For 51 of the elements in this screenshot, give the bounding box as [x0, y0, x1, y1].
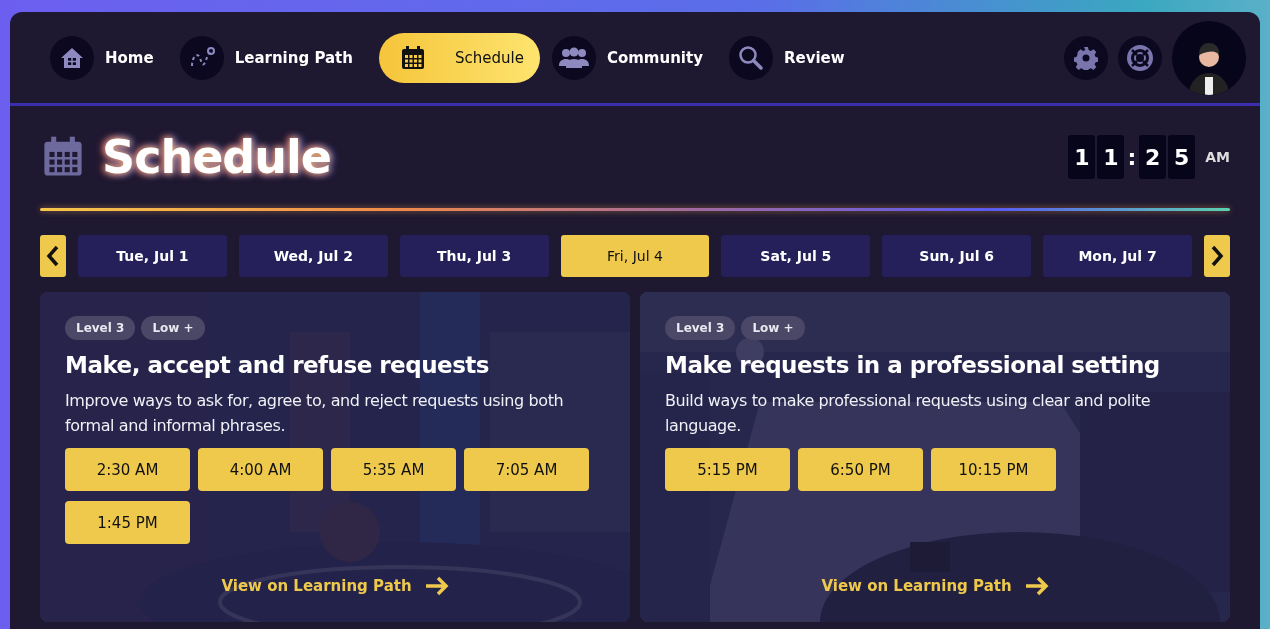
page-title: Schedule	[102, 130, 331, 184]
settings-icon	[1074, 45, 1098, 70]
day-tab[interactable]: Sat, Jul 5	[721, 235, 871, 277]
nav-tab[interactable]: Learning Path	[179, 32, 367, 83]
calendar-icon	[399, 44, 426, 71]
clock-digit: 5	[1168, 135, 1196, 179]
clock-colon: :	[1126, 144, 1138, 170]
time-slot-button[interactable]: 1:45 PM	[65, 501, 190, 544]
time-slot-button[interactable]: 5:35 AM	[331, 448, 456, 491]
clock-digit: 2	[1139, 135, 1167, 179]
day-tab[interactable]: Mon, Jul 7	[1043, 235, 1192, 277]
level-tag: Level 3	[665, 316, 736, 340]
learning-path-link[interactable]: View on Learning Path	[821, 577, 1012, 595]
help-button[interactable]	[1118, 35, 1162, 80]
day-tab[interactable]: Fri, Jul 4	[560, 235, 710, 277]
time-slot-button[interactable]: 7:05 AM	[464, 448, 589, 491]
house-icon	[59, 45, 85, 70]
level-tag: Low +	[741, 316, 805, 340]
time-slot-button[interactable]: 10:15 PM	[931, 448, 1056, 491]
nav-tab[interactable]: Schedule	[378, 32, 540, 83]
lifebuoy-icon	[1126, 43, 1154, 72]
previous-button[interactable]	[40, 235, 66, 277]
clock-period: AM	[1205, 149, 1230, 165]
next-button[interactable]	[1204, 235, 1230, 277]
clock-digit: 1	[1068, 135, 1096, 179]
search-icon	[737, 44, 764, 71]
day-tab[interactable]: Sun, Jul 6	[882, 235, 1032, 277]
lesson-description: Improve ways to ask for, agree to, and reject requests using both formal and informal phrases.	[65, 390, 565, 437]
time-slot-button[interactable]: 2:30 AM	[65, 448, 190, 491]
nav-tab[interactable]: Home	[50, 32, 168, 83]
nav-tab[interactable]: Review	[728, 32, 859, 83]
level-tag: Low +	[141, 316, 205, 340]
time-slot-button[interactable]: 6:50 PM	[798, 448, 923, 491]
lesson-title: Make requests in a professional setting	[665, 352, 1161, 378]
time-slot-button[interactable]: 4:00 AM	[198, 448, 323, 491]
lesson-description: Build ways to make professional requests using clear and polite language.	[665, 390, 1152, 437]
learning-path-link[interactable]: View on Learning Path	[221, 577, 412, 595]
people-icon	[558, 46, 589, 69]
level-tag: Level 3	[65, 316, 136, 340]
lesson-title: Make, accept and refuse requests	[65, 352, 491, 378]
arrow-right-icon	[1023, 576, 1050, 596]
day-tab[interactable]: Tue, Jul 1	[78, 235, 227, 277]
arrow-right-icon	[423, 576, 450, 596]
chevron-left-icon	[46, 245, 60, 267]
settings-button[interactable]	[1064, 35, 1108, 80]
day-tab[interactable]: Thu, Jul 3	[399, 235, 549, 277]
clock-digit: 1	[1097, 135, 1125, 179]
day-tab[interactable]: Wed, Jul 2	[238, 235, 388, 277]
chevron-right-icon	[1210, 245, 1224, 267]
nav-tab[interactable]: Community	[551, 32, 717, 83]
time-slot-button[interactable]: 5:15 PM	[665, 448, 790, 491]
